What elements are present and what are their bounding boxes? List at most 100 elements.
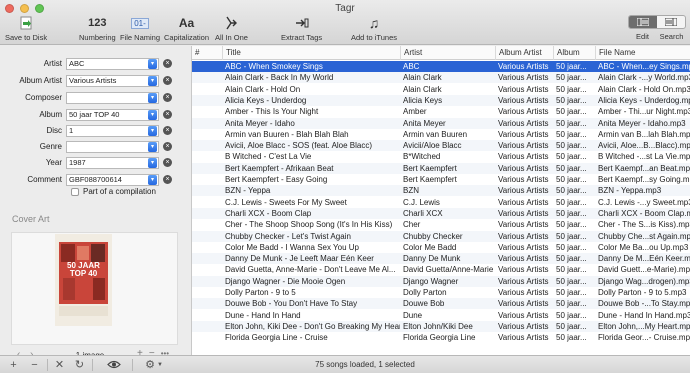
field-input[interactable]: ABC ▾ [66,57,159,70]
table-row[interactable]: Alicia Keys - Underdog Alicia Keys Various… [192,94,690,106]
numbering-button[interactable]: 123 Numbering [79,14,116,42]
table-header: # Title Artist Album Artist Album File Name [192,46,690,60]
table-row[interactable]: B Witched - C'est La Vie B*Witched Various… [192,151,690,162]
table-row[interactable]: David Guetta, Anne-Marie - Don't Leave M… [192,264,690,275]
dropdown-arrow-icon[interactable]: ▾ [148,174,157,185]
field-value[interactable]: GBF088700614 [67,175,148,184]
table-row[interactable]: Florida Georgia Line - Cruise Florida Geo… [192,332,690,343]
table-cell: Cher - The Shoop Shoop Song (It's In His… [225,220,393,230]
field-value[interactable]: 1 [67,126,148,135]
save-icon [19,14,33,32]
table-row[interactable]: Alain Clark - Hold On Alain Clark Various … [192,84,690,95]
table-row[interactable]: Chubby Checker - Let's Twist Again Chubby… [192,230,690,242]
dropdown-arrow-icon[interactable]: ▾ [148,141,157,152]
table-row[interactable]: Bert Kaempfert - Easy Going Bert Kaempfer… [192,174,690,185]
dropdown-arrow-icon[interactable]: ▾ [148,75,157,86]
column-header[interactable]: # [192,46,222,60]
field-input[interactable]: ▾ [66,140,159,153]
table-cell: Elton John/Kiki Dee [403,321,473,331]
column-header[interactable]: Artist [400,46,495,60]
table-row[interactable]: Cher - The Shoop Shoop Song (It's In His… [192,219,690,230]
clear-field-button[interactable]: × [163,93,172,102]
dropdown-arrow-icon[interactable]: ▾ [148,125,157,136]
clear-field-button[interactable]: × [163,126,172,135]
table-row[interactable]: Charli XCX - Boom Clap Charli XCX Various … [192,207,690,219]
table-row[interactable]: Anita Meyer - Idaho Anita Meyer Various Ar… [192,117,690,129]
field-input[interactable]: Various Artists ▾ [66,74,159,87]
reload-button[interactable]: ↻ [72,358,87,371]
remove-files-button[interactable]: − [27,358,42,371]
clear-field-button[interactable]: × [163,110,172,119]
extract-tags-button[interactable]: Extract Tags [281,14,322,42]
table-row[interactable]: Dune - Hand In Hand Dune Various Artists 50… [192,310,690,321]
dropdown-arrow-icon[interactable]: ▾ [148,58,157,69]
field-value[interactable]: 50 jaar TOP 40 [67,110,148,119]
column-header[interactable]: Album Artist [495,46,553,60]
column-header[interactable]: Title [222,46,400,60]
table-row[interactable]: Django Wagner - Die Mooie Ogen Django Wag… [192,275,690,287]
field-value[interactable]: 1987 [67,158,148,167]
settings-menu-button[interactable]: ⚙ ▼ [142,358,166,371]
table-row[interactable]: Amber - This Is Your Night Amber Various A… [192,106,690,117]
field-label: Comment [27,175,62,184]
album-cover-image[interactable]: 50 JAAR TOP 40 [55,234,112,326]
table-row[interactable]: ABC - When Smokey Sings ABC Various Artist… [192,61,690,72]
field-input[interactable]: GBF088700614 ▾ [66,173,159,186]
table-cell: Various Artists [498,321,549,331]
table-row[interactable]: Dolly Parton - 9 to 5 Dolly Parton Various… [192,287,690,298]
dropdown-arrow-icon[interactable]: ▾ [148,92,157,103]
field-input[interactable]: ▾ [66,91,159,104]
table-cell [192,310,222,321]
table-cell: David Guett...e-Marie).mp3 [598,265,690,275]
table-row[interactable]: Bert Kaempfert - Afrikaan Beat Bert Kaemp… [192,162,690,174]
field-input[interactable]: 1987 ▾ [66,156,159,169]
add-files-button[interactable]: + [6,358,21,371]
all-in-one-button[interactable]: All In One [215,14,248,42]
table-row[interactable]: Avicii, Aloe Blacc - SOS (feat. Aloe Bla… [192,140,690,152]
edit-view-button[interactable] [629,16,657,28]
field-row-genre: Genre ▾ × [0,140,190,153]
table-cell: Alain Clark - Hold On.mp3 [598,84,690,94]
clear-field-button[interactable]: × [163,142,172,151]
table-row[interactable]: Color Me Badd - I Wanna Sex You Up Color … [192,242,690,253]
table-cell: Douwe Bob -...To Stay.mp3 [598,299,690,309]
clear-list-button[interactable]: ✕ [52,358,67,371]
clear-field-button[interactable]: × [163,59,172,68]
file-naming-button[interactable]: 01- File Naming [120,14,160,42]
table-row[interactable]: Armin van Buuren - Blah Blah Blah Armin v… [192,129,690,140]
table-cell: Various Artists [498,73,549,83]
table-cell: 50 jaar... [556,163,587,173]
table-row[interactable]: Elton John, Kiki Dee - Don't Go Breaking… [192,320,690,332]
table-row[interactable]: BZN - Yeppa BZN Various Artists 50 jaar... B… [192,185,690,197]
clear-field-button[interactable]: × [163,175,172,184]
save-to-disk-button[interactable]: Save to Disk [5,14,47,42]
table-cell: Various Artists [498,231,549,241]
compilation-checkbox[interactable] [71,187,79,196]
clear-field-button[interactable]: × [163,76,172,85]
search-view-button[interactable] [657,16,685,28]
preview-button[interactable] [104,358,124,371]
field-value[interactable]: Various Artists [67,76,148,85]
column-header[interactable]: File Name [595,46,690,60]
table-cell [192,140,222,151]
add-to-itunes-button[interactable]: ♫ Add to iTunes [351,14,397,42]
field-input[interactable]: 50 jaar TOP 40 ▾ [66,108,159,121]
dropdown-arrow-icon[interactable]: ▾ [148,157,157,168]
table-row[interactable]: Alain Clark - Back In My World Alain Clar… [192,72,690,84]
table-cell [192,163,222,174]
table-row[interactable]: Douwe Bob - You Don't Have To Stay Douwe … [192,298,690,310]
field-input[interactable]: 1 ▾ [66,124,159,137]
table-cell: 50 jaar... [556,276,587,286]
table-cell: Dune - Hand In Hand [225,310,301,320]
field-label: Disc [46,126,62,135]
compilation-option[interactable]: Part of a compilation [71,187,156,196]
chevron-down-icon: ▼ [156,361,163,368]
table-row[interactable]: Danny De Munk - Je Leeft Maar Eén Keer Da… [192,253,690,265]
field-value[interactable]: ABC [67,59,148,68]
dropdown-arrow-icon[interactable]: ▾ [148,109,157,120]
table-cell: Armin van Buuren - Blah Blah Blah [225,129,349,139]
capitalization-button[interactable]: Aa Capitalization [164,14,209,42]
clear-field-button[interactable]: × [163,158,172,167]
column-header[interactable]: Album [553,46,595,60]
table-row[interactable]: C.J. Lewis - Sweets For My Sweet C.J. Lew… [192,197,690,208]
